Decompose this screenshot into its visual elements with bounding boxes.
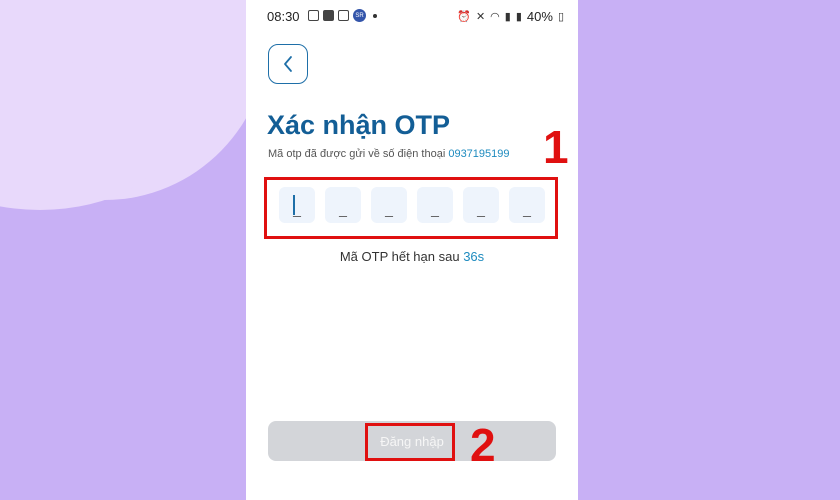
- background-decoration: [0, 0, 246, 500]
- expiry-seconds: 36s: [463, 249, 485, 264]
- app-avatar-icon: SR: [353, 9, 366, 22]
- chevron-left-icon: [284, 56, 292, 72]
- system-icons: ⏰ ✕ ◠ ▮ ▮ 40% ▯: [457, 9, 564, 24]
- battery-icon: ▯: [557, 11, 564, 23]
- alarm-icon: ⏰: [457, 11, 471, 23]
- expiry-text: Mã OTP hết hạn sau: [339, 249, 460, 264]
- back-button[interactable]: [268, 44, 308, 84]
- check-icon: [323, 10, 334, 21]
- phone-number: 0937195199: [448, 148, 510, 160]
- annotation-box-otp: [264, 177, 558, 239]
- otp-sent-text: Mã otp đã được gửi về số điện thoại: [268, 148, 446, 160]
- annotation-number-2: 2: [470, 419, 496, 471]
- gallery-icon: [308, 10, 319, 21]
- wifi-icon: ◠: [490, 11, 500, 23]
- otp-sent-message: Mã otp đã được gửi về số điện thoại 0937…: [268, 148, 510, 160]
- mail-icon: [338, 10, 349, 21]
- signal-icon: ▮: [504, 11, 511, 23]
- otp-expiry: Mã OTP hết hạn sau 36s: [246, 249, 578, 264]
- mute-icon: ✕: [475, 11, 486, 23]
- status-time: 08:30: [267, 9, 300, 24]
- annotation-box-login: [365, 423, 455, 461]
- signal2-icon: ▮: [515, 11, 522, 23]
- page-title: Xác nhận OTP: [267, 110, 451, 140]
- annotation-number-1: 1: [543, 121, 569, 173]
- battery-level: 40%: [526, 9, 553, 24]
- more-dot-icon: [373, 13, 377, 18]
- notification-icons: SR: [308, 9, 377, 22]
- status-bar: 08:30 SR ⏰ ✕ ◠ ▮ ▮ 40% ▯: [246, 0, 578, 32]
